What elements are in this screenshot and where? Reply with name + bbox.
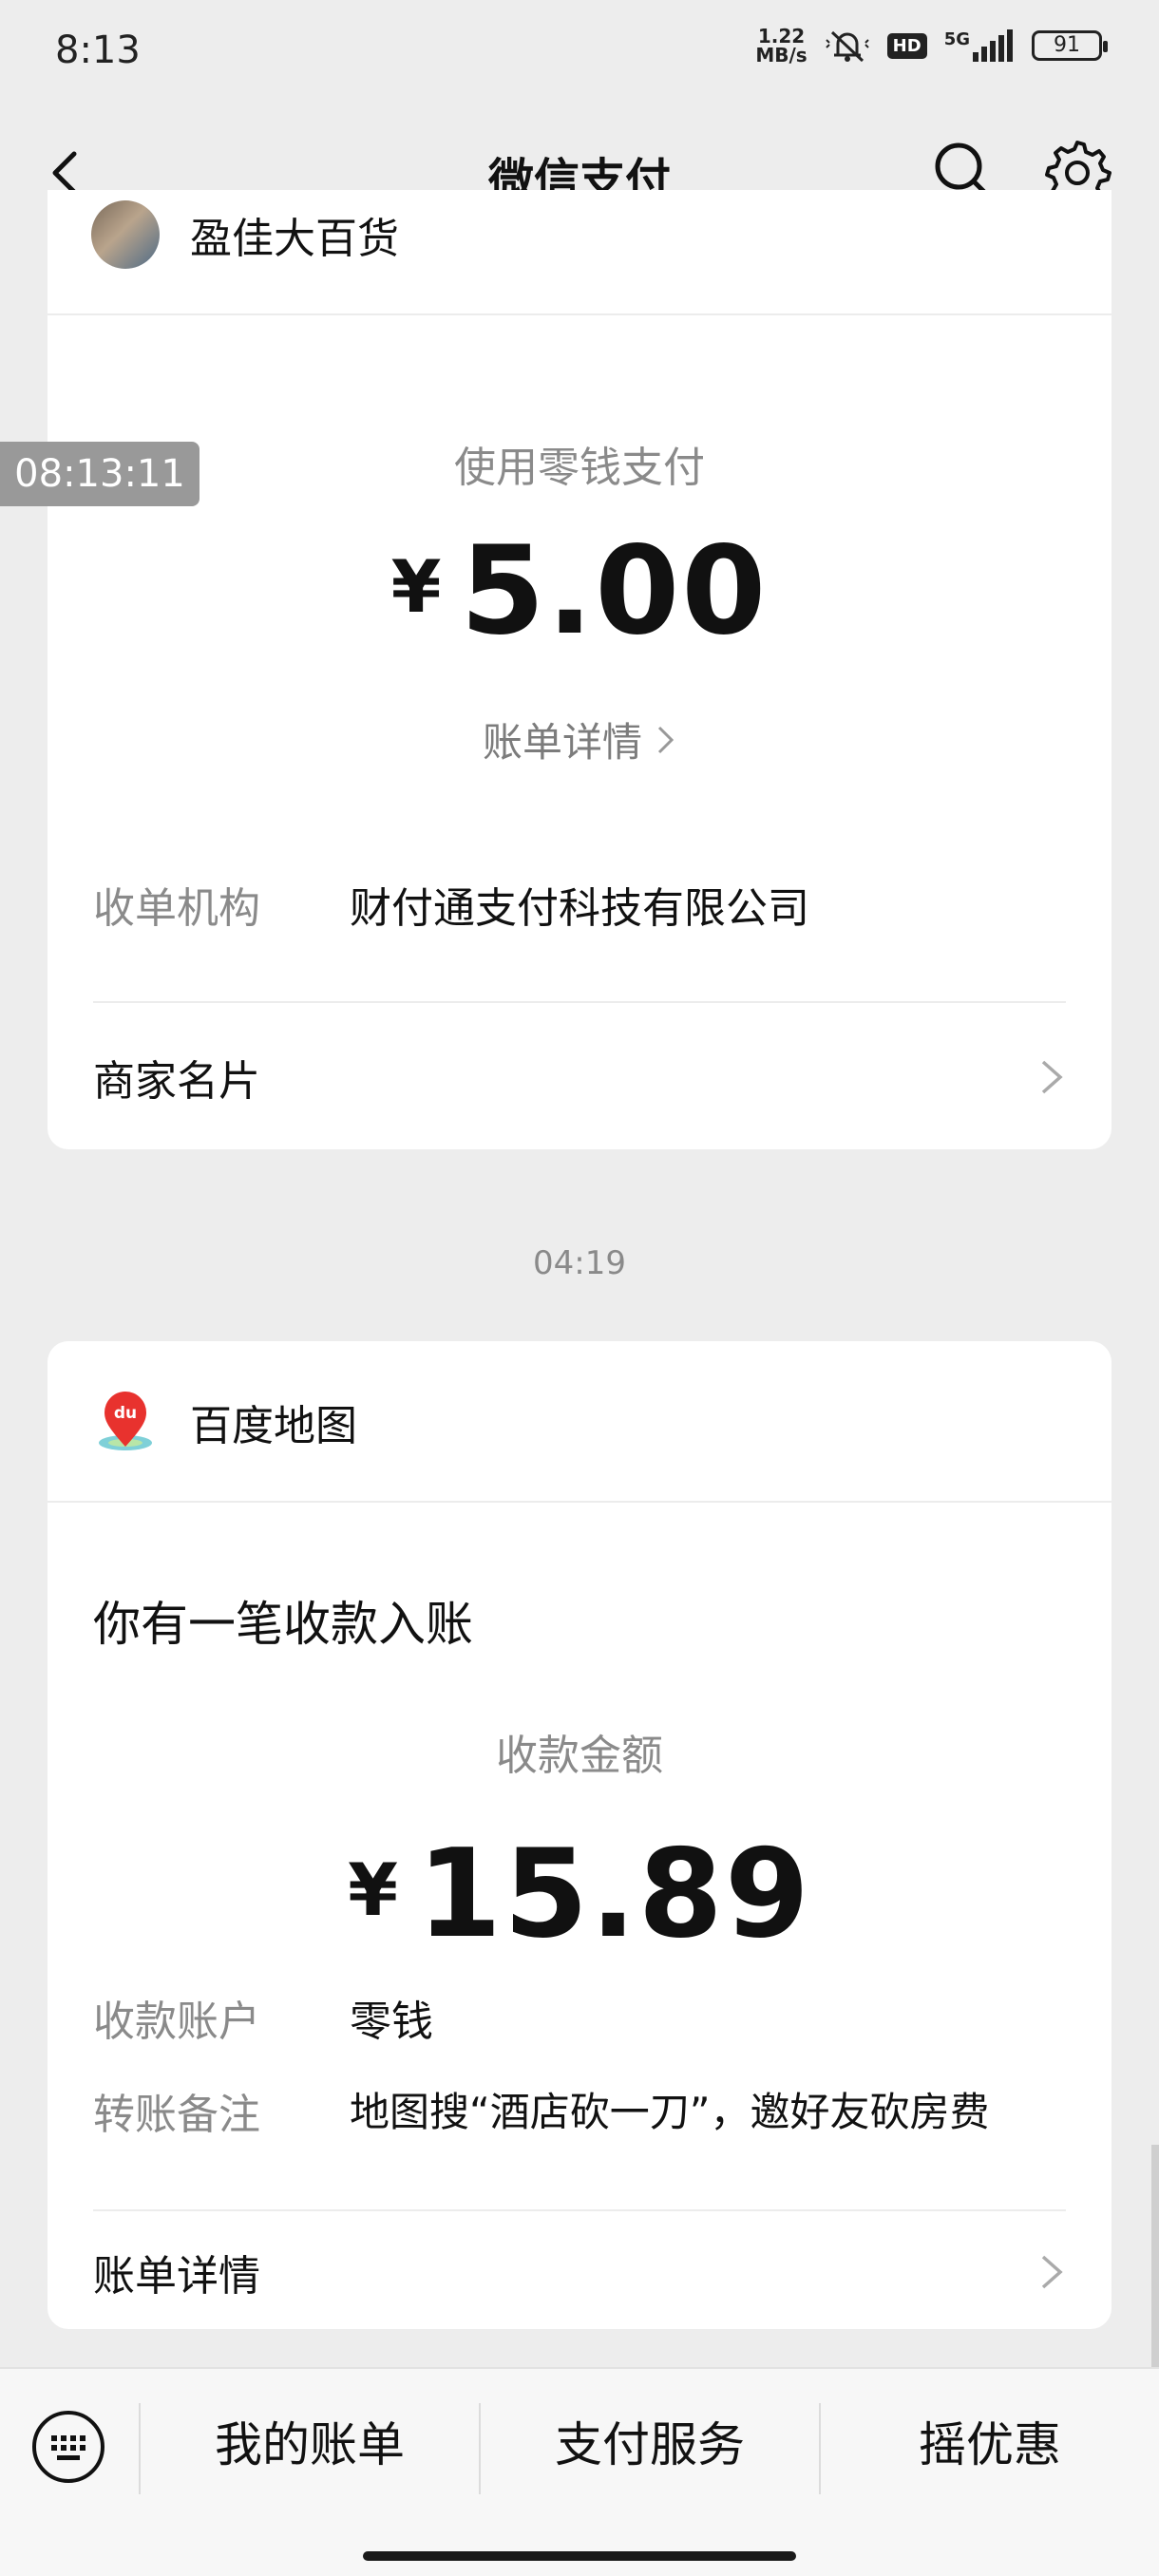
- status-icons: 1.22 MB/s HD 5G 91: [755, 27, 1108, 65]
- pay-method-text: 使用零钱支付: [454, 444, 705, 492]
- acquirer-label: 收单机构: [93, 884, 260, 933]
- cell-signal: 5G: [944, 29, 1015, 62]
- account-label: 收款账户: [93, 1998, 260, 2046]
- status-bar: 8:13 1.22 MB/s HD 5G 91: [0, 0, 1159, 104]
- merchant-avatar: [91, 200, 160, 269]
- hd-badge: HD: [886, 32, 927, 59]
- chevron-right-icon: [656, 719, 676, 766]
- remark-label: 转账备注: [93, 2091, 260, 2139]
- receipt-title: 你有一笔收款入账: [93, 1597, 473, 1652]
- svg-text:du: du: [114, 1404, 137, 1423]
- bill-detail-label: 账单详情: [93, 2252, 260, 2301]
- account-row: 收款账户 零钱: [93, 1987, 1066, 2048]
- merchant-name: 盈佳大百货: [190, 215, 399, 263]
- message-timestamp: 04:19: [533, 1244, 626, 1282]
- receipt-card[interactable]: du 百度地图 你有一笔收款入账 收款金额 ¥15.89 收款账户 零钱 转账备…: [48, 1341, 1112, 2329]
- battery-indicator: 91: [1032, 30, 1108, 61]
- app-row[interactable]: du 百度地图: [48, 1360, 1112, 1484]
- remark-value: 地图搜“酒店砍一刀”，邀好友砍房费: [350, 2089, 990, 2135]
- currency-symbol: ¥: [390, 544, 442, 629]
- wechat-pay-screen: 8:13 1.22 MB/s HD 5G 91 微信支付 08:13:11 盈佳…: [0, 0, 1159, 2576]
- payment-amount: ¥5.00: [48, 521, 1112, 662]
- amount-value: 15.89: [417, 1824, 811, 1965]
- card-divider: [48, 1501, 1112, 1503]
- app-name: 百度地图: [190, 1402, 357, 1450]
- bill-detail-row[interactable]: 账单详情: [93, 2242, 1066, 2302]
- card-divider: [93, 2209, 1066, 2211]
- remark-row: 转账备注 地图搜“酒店砍一刀”，邀好友砍房费: [93, 2080, 1066, 2141]
- card-divider: [48, 313, 1112, 315]
- network-speed: 1.22 MB/s: [755, 27, 807, 65]
- amount-label: 收款金额: [496, 1732, 663, 1780]
- signal-bars-icon: [973, 29, 1013, 62]
- merchant-card-label: 商家名片: [93, 1057, 260, 1106]
- bill-detail-link[interactable]: 账单详情: [48, 710, 1112, 768]
- keyboard-icon[interactable]: [30, 2409, 106, 2485]
- status-time: 8:13: [55, 28, 141, 72]
- menu-my-bills[interactable]: 我的账单: [141, 2397, 479, 2492]
- acquirer-value: 财付通支付科技有限公司: [350, 884, 809, 933]
- currency-symbol: ¥: [348, 1847, 398, 1932]
- network-speed-value: 1.22: [757, 25, 806, 47]
- baidu-map-icon: du: [99, 1392, 152, 1450]
- network-type: 5G: [943, 29, 970, 49]
- acquirer-row: 收单机构 财付通支付科技有限公司: [93, 874, 1066, 935]
- amount-value: 5.00: [460, 521, 769, 662]
- payment-card[interactable]: 盈佳大百货 使用零钱支付 ¥5.00 账单详情 收单机构 财付通支付科技有限公司…: [48, 190, 1112, 1149]
- overlay-timestamp: 08:13:11: [0, 442, 200, 506]
- menu-pay-services[interactable]: 支付服务: [481, 2397, 819, 2492]
- mute-bell-icon: [825, 30, 869, 63]
- received-amount: ¥15.89: [48, 1824, 1112, 1965]
- chevron-right-icon: [1041, 1060, 1063, 1094]
- network-speed-unit: MB/s: [755, 44, 808, 66]
- merchant-card-row[interactable]: 商家名片: [93, 1047, 1066, 1108]
- chevron-right-icon: [1041, 2255, 1063, 2289]
- menu-shake-deals[interactable]: 摇优惠: [821, 2397, 1159, 2492]
- home-indicator[interactable]: [363, 2551, 796, 2561]
- bottom-menu-bar: 我的账单 支付服务 摇优惠: [0, 2367, 1159, 2576]
- account-value: 零钱: [350, 1998, 433, 2046]
- bill-detail-link-label: 账单详情: [482, 719, 642, 766]
- merchant-row[interactable]: 盈佳大百货: [48, 190, 1112, 296]
- scrollbar[interactable]: [1151, 2145, 1159, 2367]
- card-divider: [93, 1001, 1066, 1003]
